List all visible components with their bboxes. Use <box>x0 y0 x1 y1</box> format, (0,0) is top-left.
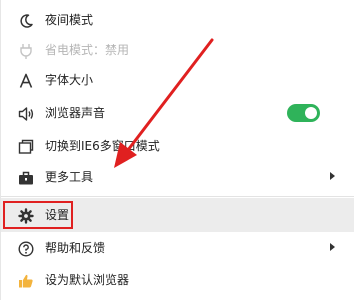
menu-item-label: 夜间模式 <box>45 13 94 27</box>
menu-separator <box>1 196 354 197</box>
menu-item-help-feedback[interactable]: 帮助和反馈 <box>1 231 354 265</box>
help-icon <box>17 240 35 258</box>
menu-item-label: 帮助和反馈 <box>45 241 106 255</box>
menu-item-label: 浏览器声音 <box>45 106 106 120</box>
speaker-icon <box>17 105 35 123</box>
menu-item-label: 设为默认浏览器 <box>45 273 130 287</box>
toggle-knob <box>305 107 317 119</box>
font-size-icon <box>17 72 35 90</box>
power-save-icon <box>17 42 35 60</box>
annotation-highlight-box <box>3 201 73 229</box>
menu-item-label: 切换到IE6多窗口模式 <box>45 139 160 153</box>
menu-item-power-save: 省电模式：禁用 <box>1 33 354 67</box>
sound-toggle[interactable] <box>287 104 320 122</box>
menu-item-more-tools[interactable]: 更多工具 <box>1 160 354 194</box>
menu-item-label: 省电模式：禁用 <box>45 43 130 57</box>
menu-item-browser-sound[interactable]: 浏览器声音 <box>1 96 354 130</box>
moon-icon <box>17 12 35 30</box>
submenu-arrow-icon <box>330 172 335 180</box>
submenu-arrow-icon <box>330 243 335 251</box>
menu-item-label: 字体大小 <box>45 73 94 87</box>
menu-item-label: 更多工具 <box>45 170 94 184</box>
menu-item-night-mode[interactable]: 夜间模式 <box>1 3 354 37</box>
menu-item-ie6-mode[interactable]: 切换到IE6多窗口模式 <box>1 129 354 163</box>
menu-item-set-default[interactable]: 设为默认浏览器 <box>1 263 354 297</box>
menu-item-font-size[interactable]: 字体大小 <box>1 63 354 97</box>
window-switch-icon <box>17 138 35 156</box>
browser-settings-menu: 夜间模式 省电模式：禁用 字体大小 浏览器声音 切换到IE6多窗口模式 更多工具… <box>0 0 354 300</box>
thumbs-up-icon <box>17 272 35 290</box>
toolbox-icon <box>17 169 35 187</box>
